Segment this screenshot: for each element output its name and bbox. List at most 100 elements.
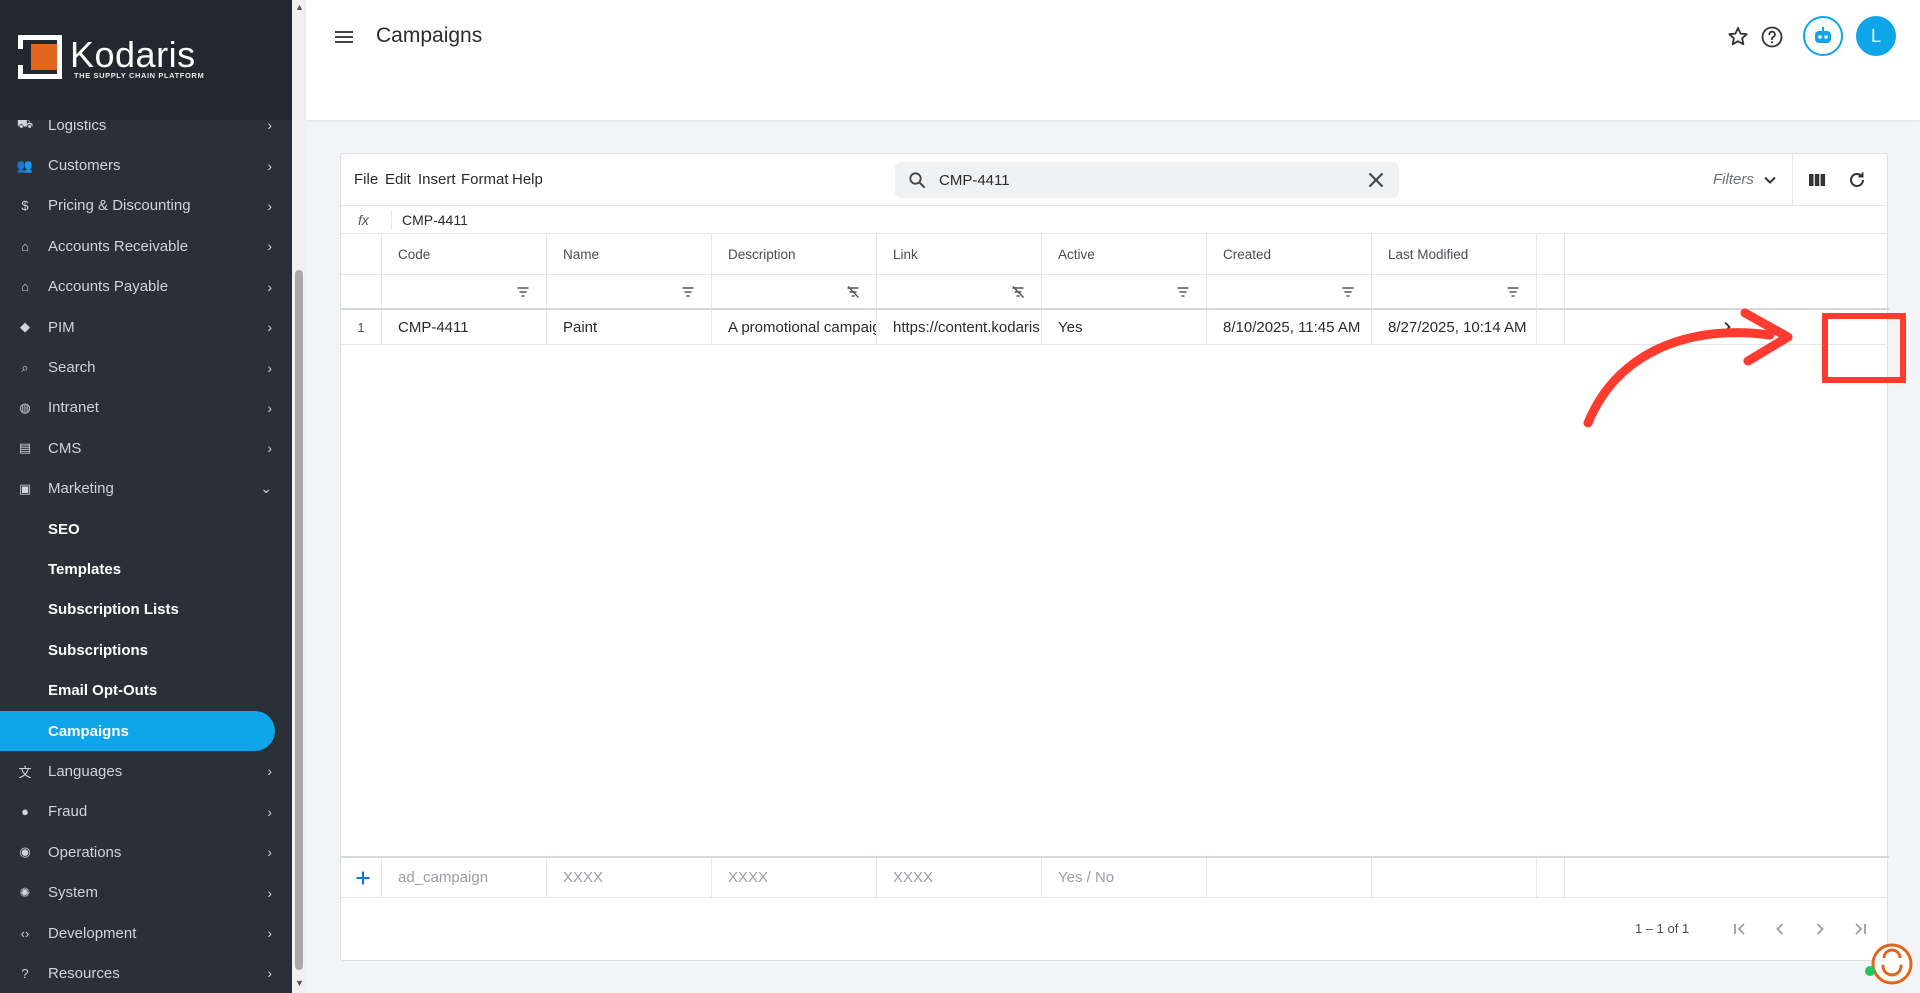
sidebar-item-languages[interactable]: 文 Languages › [0, 751, 292, 791]
sidebar-item-label: CMS [48, 439, 82, 457]
sidebar-item-customers[interactable]: 👥 Customers › [0, 145, 292, 185]
column-header-last-modified[interactable]: Last Modified [1372, 234, 1537, 274]
column-header-active[interactable]: Active [1042, 234, 1207, 274]
sidebar-subitem-subscriptions[interactable]: Subscriptions [0, 630, 292, 670]
cell-created[interactable]: 8/10/2025, 11:45 AM [1207, 310, 1372, 344]
filter-icon[interactable] [1176, 285, 1190, 299]
sidebar-scrollbar[interactable]: ▲ ▼ [292, 0, 306, 993]
help-circle-icon[interactable] [1760, 25, 1784, 49]
column-header-code[interactable]: Code [382, 234, 547, 274]
cell-link[interactable]: https://content.kodaris.c... [877, 310, 1042, 344]
assistant-bot-button[interactable] [1803, 16, 1843, 56]
sidebar-item-pim[interactable]: ◆ PIM › [0, 307, 292, 347]
sidebar-item-label: Resources [48, 964, 120, 982]
sidebar-item-accounts-receivable[interactable]: ⌂ Accounts Receivable › [0, 226, 292, 266]
filters-dropdown[interactable]: Filters [1713, 171, 1754, 188]
search-box[interactable] [895, 162, 1399, 198]
column-header-link[interactable]: Link [877, 234, 1042, 274]
sidebar-item-marketing[interactable]: ▣ Marketing ⌄ [0, 469, 292, 509]
formula-bar[interactable]: fx CMP-4411 [341, 206, 1889, 234]
sidebar-item-search[interactable]: ⌕ Search › [0, 347, 292, 387]
sidebar-subitem-subscription-lists[interactable]: Subscription Lists [0, 590, 292, 630]
filter-cell-name[interactable] [547, 275, 712, 308]
new-row-input-description[interactable]: XXXX [712, 858, 877, 897]
search-input[interactable] [939, 168, 1339, 192]
previous-page-icon[interactable] [1771, 920, 1789, 938]
column-header-row: Code Name Description Link Active Created Last… [341, 234, 1889, 275]
add-record-button[interactable] [341, 858, 382, 897]
sidebar-item-accounts-payable[interactable]: ⌂ Accounts Payable › [0, 267, 292, 307]
column-header-name[interactable]: Name [547, 234, 712, 274]
chat-support-icon[interactable] [1870, 942, 1914, 986]
filter-cell-link[interactable] [877, 275, 1042, 308]
sidebar-item-pricing-discounting[interactable]: $ Pricing & Discounting › [0, 186, 292, 226]
filter-icon[interactable] [681, 285, 695, 299]
sidebar-item-intranet[interactable]: ◍ Intranet › [0, 388, 292, 428]
filter-cell-active[interactable] [1042, 275, 1207, 308]
search-icon: ⌕ [21, 359, 29, 375]
chevron-down-icon[interactable] [1762, 172, 1778, 188]
new-row-input-name[interactable]: XXXX [547, 858, 712, 897]
refresh-icon[interactable] [1847, 170, 1867, 190]
sidebar-item-resources[interactable]: ? Resources › [0, 953, 292, 993]
brand-header[interactable]: Kodaris THE SUPPLY CHAIN PLATFORM [0, 0, 292, 120]
menu-help[interactable]: Help [512, 171, 543, 188]
filter-cell-created[interactable] [1207, 275, 1372, 308]
star-icon[interactable] [1726, 25, 1750, 49]
page-title: Campaigns [376, 24, 483, 47]
cell-code[interactable]: CMP-4411 [382, 310, 547, 344]
columns-icon[interactable] [1807, 170, 1827, 190]
cell-last-modified[interactable]: 8/27/2025, 10:14 AM [1372, 310, 1537, 344]
filter-off-icon[interactable] [1011, 285, 1025, 299]
hamburger-menu-icon[interactable] [334, 27, 354, 47]
row-number: 1 [341, 310, 382, 344]
bank-icon: ⌂ [21, 279, 29, 295]
filter-off-icon[interactable] [846, 285, 860, 299]
formula-divider [391, 210, 392, 230]
menu-edit[interactable]: Edit [385, 171, 411, 188]
cell-name[interactable]: Paint [547, 310, 712, 344]
cell-active[interactable]: Yes [1042, 310, 1207, 344]
column-header-created[interactable]: Created [1207, 234, 1372, 274]
next-page-icon[interactable] [1811, 920, 1829, 938]
menu-format[interactable]: Format [461, 171, 509, 188]
scroll-up-icon[interactable]: ▲ [295, 2, 304, 12]
sidebar-item-development[interactable]: ‹› Development › [0, 913, 292, 953]
new-row-input-code[interactable]: ad_campaign [382, 858, 547, 897]
sidebar-subitem-seo[interactable]: SEO [0, 509, 292, 549]
new-row-input-created[interactable] [1207, 858, 1372, 897]
filter-cell-code[interactable] [382, 275, 547, 308]
bank-icon: ⌂ [21, 238, 29, 254]
sidebar-item-fraud[interactable]: ● Fraud › [0, 792, 292, 832]
sidebar-item-cms[interactable]: ▤ CMS › [0, 428, 292, 468]
sidebar: ⛟ Logistics › 👥 Customers › $ Pricing & Discoun… [0, 0, 292, 993]
scroll-thumb[interactable] [295, 270, 303, 970]
sidebar-subitem-email-opt-outs[interactable]: Email Opt-Outs [0, 670, 292, 710]
filter-cell-description[interactable] [712, 275, 877, 308]
first-page-icon[interactable] [1731, 920, 1749, 938]
filter-icon[interactable] [1506, 285, 1520, 299]
chevron-right-icon: › [267, 803, 272, 820]
filter-cell-last-modified[interactable] [1372, 275, 1537, 308]
formula-value[interactable]: CMP-4411 [402, 212, 468, 228]
last-page-icon[interactable] [1851, 920, 1869, 938]
sidebar-subitem-templates[interactable]: Templates [0, 549, 292, 589]
new-row-input-last-modified[interactable] [1372, 858, 1537, 897]
column-header-description[interactable]: Description [712, 234, 877, 274]
clear-search-icon[interactable] [1367, 171, 1385, 189]
search-icon [909, 172, 925, 188]
annotation-highlight-box [1822, 313, 1906, 383]
sidebar-subitem-campaigns[interactable]: Campaigns [0, 710, 275, 752]
menu-file[interactable]: File [354, 171, 378, 188]
web-icon: ▤ [18, 440, 32, 456]
menu-insert[interactable]: Insert [418, 171, 456, 188]
new-row-input-active[interactable]: Yes / No [1042, 858, 1207, 897]
sidebar-item-system[interactable]: ✺ System › [0, 872, 292, 912]
cell-description[interactable]: A promotional campaig... [712, 310, 877, 344]
filter-icon[interactable] [1341, 285, 1355, 299]
user-avatar[interactable]: L [1856, 16, 1896, 56]
scroll-down-icon[interactable]: ▼ [295, 978, 304, 988]
sidebar-item-operations[interactable]: ◉ Operations › [0, 832, 292, 872]
new-row-input-link[interactable]: XXXX [877, 858, 1042, 897]
filter-icon[interactable] [516, 285, 530, 299]
